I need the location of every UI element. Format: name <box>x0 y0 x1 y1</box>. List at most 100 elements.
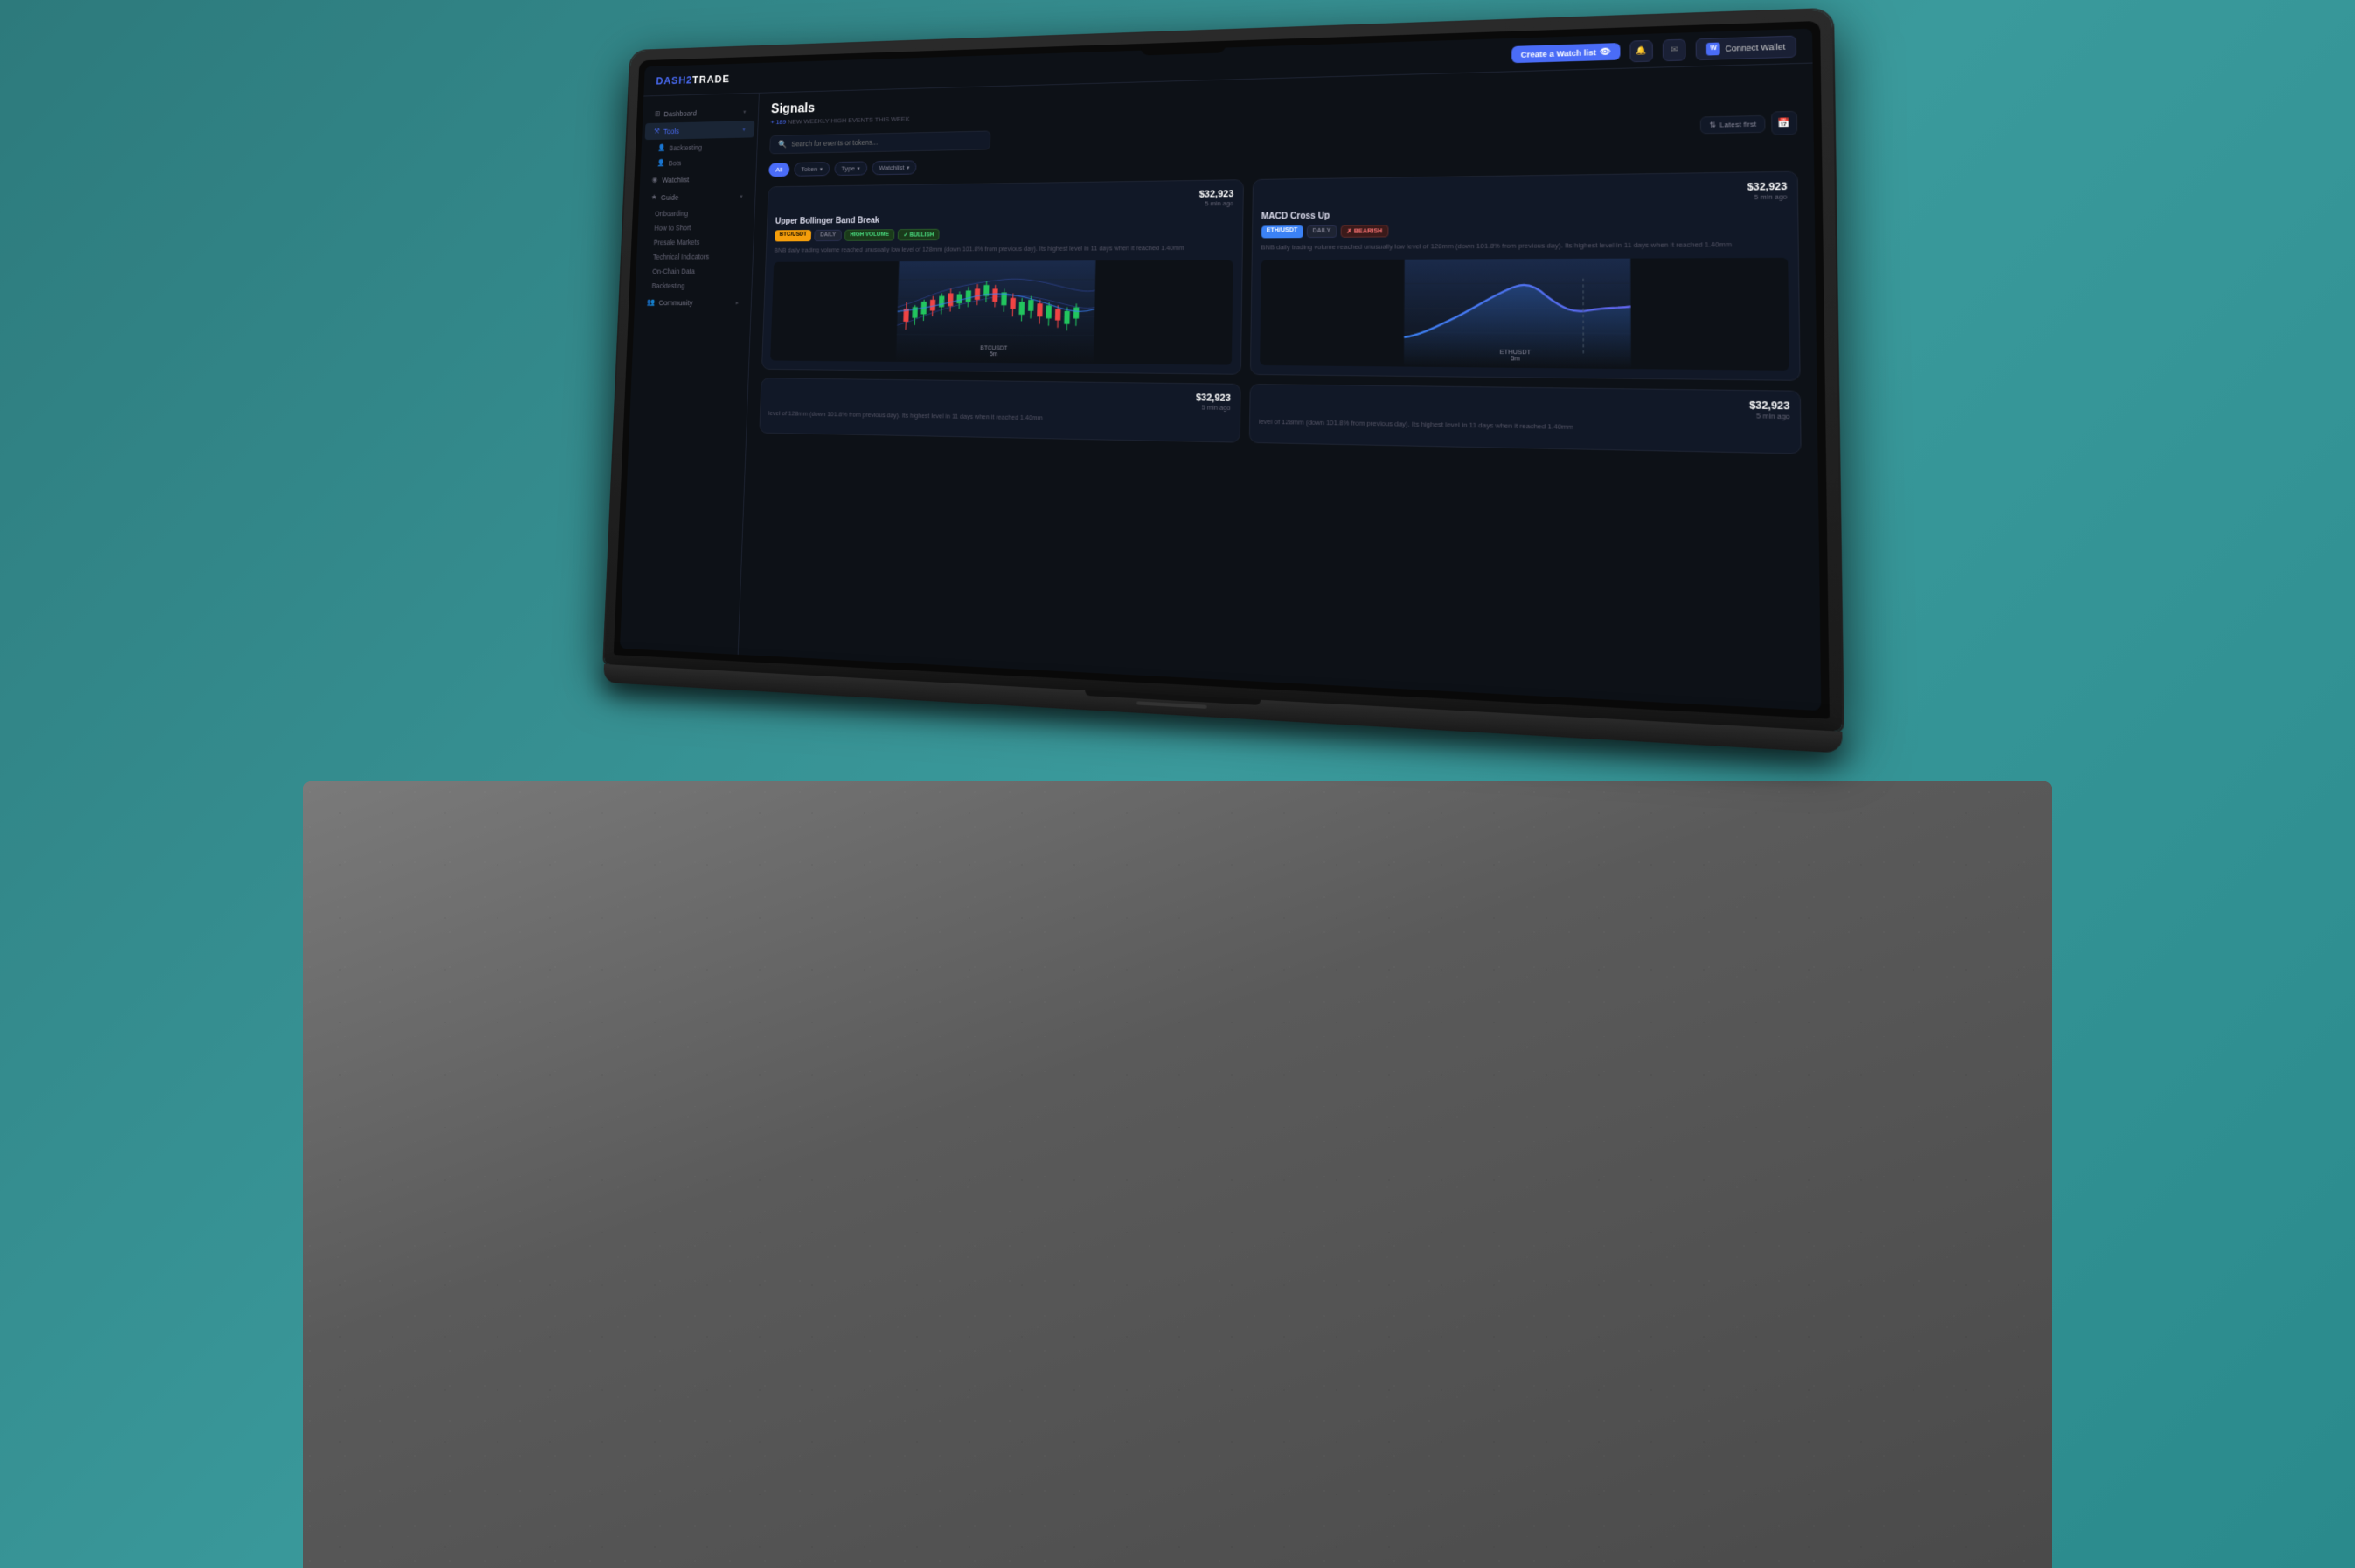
chevron-type-icon: ▾ <box>857 165 859 172</box>
tag-token[interactable]: Token ▾ <box>794 162 830 177</box>
sidebar-dashboard-label: Dashboard <box>663 109 697 118</box>
tag-all[interactable]: All <box>768 163 789 177</box>
signal-card-2-price: $32,923 <box>1747 181 1788 192</box>
signal-card-1-time: 5 min ago <box>1199 199 1234 207</box>
sidebar-onchain-label: On-Chain Data <box>652 267 695 275</box>
signal-card-2-header: $32,923 5 min ago <box>1261 181 1787 206</box>
sidebar-technical-label: Technical Indicators <box>653 253 709 261</box>
dashboard-icon: ⊞ <box>655 109 661 118</box>
content-area: Signals + 189 NEW WEEKLY HIGH EVENTS THI… <box>739 64 1822 711</box>
signal-card-2-title: MACD Cross Up <box>1261 206 1788 221</box>
signal-card-2-pair-tag: ETH/USDT <box>1261 225 1303 238</box>
sidebar-item-bots[interactable]: 👤 Bots <box>641 154 757 171</box>
laptop-lid: DASH2TRADE Create a Watch list 👁 🔔 <box>604 10 1842 732</box>
signal-card-3[interactable]: $32,923 5 min ago level of 128mm (down 1… <box>759 378 1240 443</box>
sidebar-item-presale-markets[interactable]: Presale Markets <box>637 234 754 250</box>
concrete-block <box>303 781 2052 1568</box>
connect-wallet-button[interactable]: W Connect Wallet <box>1696 35 1796 60</box>
signal-card-1-volume-tag: HIGH VOLUME <box>844 229 895 241</box>
create-watchlist-button[interactable]: Create a Watch list 👁 <box>1511 43 1621 63</box>
signal-card-2-tags: ETH/USDT DAILY ✗ BEARISH <box>1261 221 1788 238</box>
signal-card-4-header: $32,923 5 min ago <box>1259 393 1789 420</box>
sidebar-item-tools[interactable]: ⚒ Tools ▾ <box>645 121 755 140</box>
watchlist-icon: ◉ <box>652 176 658 184</box>
sort-button[interactable]: ⇅ Latest first <box>1700 114 1765 133</box>
signal-card-2[interactable]: $32,923 5 min ago MACD Cross Up ETH/USDT… <box>1249 171 1800 381</box>
logo-text: DASH <box>656 74 686 87</box>
create-watchlist-label: Create a Watch list <box>1521 48 1596 59</box>
signal-card-2-time: 5 min ago <box>1747 192 1788 201</box>
sidebar-item-watchlist[interactable]: ◉ Watchlist <box>643 170 753 188</box>
chevron-right-icon: ▾ <box>743 108 746 114</box>
wallet-icon: W <box>1706 42 1720 55</box>
sidebar-item-guide[interactable]: ★ Guide ▾ <box>642 188 752 206</box>
sidebar-watchlist-label: Watchlist <box>662 176 689 184</box>
sidebar-bots-label: Bots <box>669 158 682 166</box>
subtitle-count: + 189 <box>770 118 786 126</box>
signal-card-4-price: $32,923 <box>1749 399 1789 412</box>
sidebar: ⊞ Dashboard ▾ ⚒ Tools <box>620 94 760 655</box>
screen-bezel: DASH2TRADE Create a Watch list 👁 🔔 <box>614 21 1830 719</box>
sidebar-onboarding-label: Onboarding <box>655 209 688 218</box>
connect-wallet-label: Connect Wallet <box>1726 42 1786 53</box>
signal-card-3-price: $32,923 <box>1196 392 1231 404</box>
signal-card-2-desc: BNB daily trading volume reached unusual… <box>1261 240 1788 253</box>
eye-icon: 👁 <box>1600 46 1611 57</box>
signal-card-1-title: Upper Bollinger Band Break <box>775 212 1233 226</box>
signal-card-3-header: $32,923 5 min ago <box>768 386 1231 411</box>
community-icon: 👥 <box>647 298 656 307</box>
tag-watchlist[interactable]: Watchlist ▾ <box>872 160 917 175</box>
sidebar-item-backtesting2[interactable]: Backtesting <box>636 279 752 294</box>
signal-card-1-daily-tag: DAILY <box>815 230 842 241</box>
sidebar-presale-label: Presale Markets <box>654 238 700 246</box>
chart-2-label: ETHUSDT5m <box>1500 349 1532 362</box>
sidebar-tools-label: Tools <box>663 127 679 135</box>
sidebar-item-on-chain[interactable]: On-Chain Data <box>636 264 752 279</box>
chevron-guide-icon: ▾ <box>740 193 742 199</box>
sidebar-item-how-to-short[interactable]: How to Short <box>637 220 754 236</box>
sidebar-item-dashboard[interactable]: ⊞ Dashboard ▾ <box>645 103 755 122</box>
search-input[interactable] <box>791 135 982 148</box>
signal-card-3-time: 5 min ago <box>1196 403 1231 412</box>
signal-card-1-bullish-tag: ✓ BULLISH <box>898 229 940 241</box>
sidebar-item-community[interactable]: 👥 Community ▸ <box>637 294 748 311</box>
signal-card-1[interactable]: $32,923 5 min ago Upper Bollinger Band B… <box>761 179 1243 374</box>
signals-grid: $32,923 5 min ago Upper Bollinger Band B… <box>759 171 1801 454</box>
signal-card-1-pair-tag: BTC/USDT <box>775 230 811 241</box>
search-box[interactable]: 🔍 <box>769 130 990 154</box>
signal-card-1-tags: BTC/USDT DAILY HIGH VOLUME ✓ BULLISH <box>775 226 1233 242</box>
signal-card-1-chart: BTCUSDT5m <box>770 260 1233 364</box>
mail-icon: ✉ <box>1671 45 1678 55</box>
subtitle-text: NEW WEEKLY HIGH EVENTS THIS WEEK <box>788 115 910 126</box>
logo-text2: TRADE <box>692 73 730 86</box>
sidebar-item-technical-indicators[interactable]: Technical Indicators <box>636 249 753 264</box>
calendar-button[interactable]: 📅 <box>1771 111 1797 135</box>
signal-card-4-desc: level of 128mm (down 101.8% from previou… <box>1259 417 1790 436</box>
user-icon: 👤 <box>657 143 665 152</box>
bot-icon: 👤 <box>656 158 664 167</box>
signal-card-2-daily-tag: DAILY <box>1306 225 1337 238</box>
signal-card-4-time: 5 min ago <box>1749 411 1789 420</box>
guide-icon: ★ <box>651 193 657 202</box>
mail-button[interactable]: ✉ <box>1663 38 1686 61</box>
tag-watchlist-label: Watchlist <box>879 163 904 171</box>
tools-icon: ⚒ <box>654 127 660 135</box>
signal-card-3-desc: level of 128mm (down 101.8% from previou… <box>768 409 1231 426</box>
tag-type[interactable]: Type ▾ <box>834 161 867 176</box>
sidebar-section-main: ⊞ Dashboard ▾ ⚒ Tools <box>635 103 759 311</box>
app-container: DASH2TRADE Create a Watch list 👁 🔔 <box>620 29 1821 711</box>
signal-card-1-header: $32,923 5 min ago <box>775 189 1233 212</box>
screen: DASH2TRADE Create a Watch list 👁 🔔 <box>620 29 1821 711</box>
laptop-hinge <box>1136 701 1206 709</box>
chevron-community-icon: ▸ <box>736 299 739 305</box>
sidebar-item-onboarding[interactable]: Onboarding <box>638 205 754 221</box>
chart-1-label: BTCUSDT5m <box>980 345 1007 357</box>
signal-card-4[interactable]: $32,923 5 min ago level of 128mm (down 1… <box>1248 383 1801 454</box>
chevron-down-icon: ▾ <box>742 126 745 132</box>
bell-icon: 🔔 <box>1636 45 1647 56</box>
notification-button[interactable]: 🔔 <box>1630 39 1654 62</box>
sort-icon: ⇅ <box>1709 121 1716 129</box>
tag-token-label: Token <box>801 165 817 173</box>
search-icon: 🔍 <box>778 140 787 149</box>
signal-card-2-bearish-tag: ✗ BEARISH <box>1340 225 1388 238</box>
